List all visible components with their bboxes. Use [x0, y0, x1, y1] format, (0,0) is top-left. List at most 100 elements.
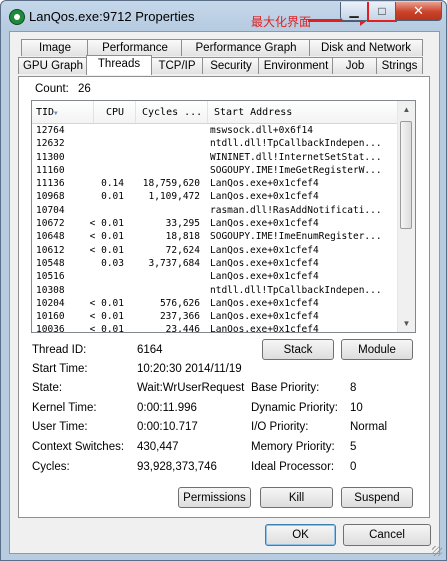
- cell-cycles: 576,626: [159, 297, 200, 309]
- cell-cpu: < 0.01: [89, 231, 124, 243]
- table-row[interactable]: 10968 0.01 1,109,472 LanQos.exe+0x1cfef4: [32, 190, 398, 203]
- cell-cpu: < 0.01: [89, 324, 124, 333]
- memory-priority-value: 5: [350, 441, 357, 453]
- cell-start-address: SOGOUPY.IME!ImeGetRegisterW...: [210, 164, 382, 176]
- ok-button[interactable]: OK: [265, 524, 336, 546]
- cycles-value: 93,928,373,746: [137, 461, 217, 473]
- cell-cycles: 18,759,620: [142, 178, 200, 190]
- cell-start-address: rasman.dll!RasAddNotificati...: [210, 204, 382, 216]
- thread-id-label: Thread ID:: [32, 344, 87, 356]
- cell-start-address: LanQos.exe+0x1cfef4: [210, 311, 319, 323]
- ideal-processor-value: 0: [350, 461, 357, 473]
- io-priority-label: I/O Priority:: [251, 421, 309, 433]
- ideal-processor-label: Ideal Processor:: [251, 461, 335, 473]
- cell-cpu: 0.01: [101, 191, 124, 203]
- tab-image[interactable]: Image: [21, 39, 89, 56]
- table-row[interactable]: 11160 SOGOUPY.IME!ImeGetRegisterW...: [32, 164, 398, 177]
- minimize-icon: ▁: [349, 4, 359, 18]
- tab-environment[interactable]: Environment: [258, 57, 334, 74]
- column-cycles-label: Cycles ...: [142, 107, 203, 118]
- kernel-time-label: Kernel Time:: [32, 402, 97, 414]
- kill-button[interactable]: Kill: [260, 487, 333, 508]
- tab-performance-graph[interactable]: Performance Graph: [181, 39, 311, 56]
- thread-rows: 12764 mswsock.dll+0x6f14 12632 ntdll.dll!Tp…: [32, 124, 398, 333]
- tab-strings[interactable]: Strings: [376, 57, 423, 74]
- cancel-button[interactable]: Cancel: [343, 524, 431, 546]
- cell-tid: 11300: [36, 151, 65, 163]
- cell-cpu: < 0.01: [89, 311, 124, 323]
- resize-grip-icon[interactable]: [432, 546, 442, 556]
- table-row[interactable]: 10516 LanQos.exe+0x1cfef4: [32, 270, 398, 283]
- cell-cpu: < 0.01: [89, 244, 124, 256]
- column-header-cycles[interactable]: Cycles ...: [136, 101, 208, 123]
- cell-tid: 10672: [36, 218, 65, 230]
- module-button[interactable]: Module: [341, 339, 413, 360]
- cell-start-address: LanQos.exe+0x1cfef4: [210, 178, 319, 190]
- table-row[interactable]: 10204 < 0.01 576,626 LanQos.exe+0x1cfef4: [32, 297, 398, 310]
- io-priority-value: Normal: [350, 421, 388, 433]
- table-row[interactable]: 10704 rasman.dll!RasAddNotificati...: [32, 204, 398, 217]
- context-switches-label: Context Switches:: [32, 441, 125, 453]
- tab-tcp-ip[interactable]: TCP/IP: [150, 57, 204, 74]
- table-row[interactable]: 10612 < 0.01 72,624 LanQos.exe+0x1cfef4: [32, 244, 398, 257]
- cell-cycles: 18,818: [165, 231, 200, 243]
- suspend-button[interactable]: Suspend: [341, 487, 413, 508]
- user-time-label: User Time:: [32, 421, 88, 433]
- thread-id-value: 6164: [137, 344, 163, 356]
- table-row[interactable]: 10548 0.03 3,737,684 LanQos.exe+0x1cfef4: [32, 257, 398, 270]
- cell-tid: 10704: [36, 204, 65, 216]
- column-start-address-label: Start Address: [214, 107, 293, 118]
- tab-threads[interactable]: Threads: [86, 55, 152, 75]
- tab-performance[interactable]: Performance: [87, 39, 183, 56]
- cell-cpu: < 0.01: [89, 297, 124, 309]
- cell-start-address: ntdll.dll!TpCallbackIndepen...: [210, 138, 382, 150]
- count-label: Count:: [35, 83, 69, 95]
- start-time-label: Start Time:: [32, 363, 88, 375]
- column-header-cpu[interactable]: CPU: [94, 101, 136, 123]
- cell-start-address: LanQos.exe+0x1cfef4: [210, 257, 319, 269]
- cell-start-address: SOGOUPY.IME!ImeEnumRegister...: [210, 231, 382, 243]
- table-row[interactable]: 10648 < 0.01 18,818 SOGOUPY.IME!ImeEnumRegi…: [32, 230, 398, 243]
- table-row[interactable]: 12764 mswsock.dll+0x6f14: [32, 124, 398, 137]
- kernel-time-value: 0:00:11.996: [137, 402, 197, 414]
- title-bar[interactable]: LanQos.exe:9712 Properties 最大化界面 ▁ □ ✕: [1, 1, 446, 31]
- scroll-down-icon[interactable]: ▼: [398, 315, 415, 332]
- dynamic-priority-label: Dynamic Priority:: [251, 402, 338, 414]
- base-priority-label: Base Priority:: [251, 382, 320, 394]
- table-row[interactable]: 10036 < 0.01 23,446 LanQos.exe+0x1cfef4: [32, 323, 398, 333]
- table-row[interactable]: 10672 < 0.01 33,295 LanQos.exe+0x1cfef4: [32, 217, 398, 230]
- minimize-button[interactable]: ▁: [340, 2, 368, 21]
- permissions-button[interactable]: Permissions: [178, 487, 251, 508]
- vertical-scrollbar[interactable]: ▲ ▼: [397, 101, 415, 332]
- tab-gpu-graph[interactable]: GPU Graph: [18, 57, 88, 74]
- cell-cpu: 0.03: [101, 257, 124, 269]
- scroll-thumb[interactable]: [400, 121, 412, 229]
- column-header-start-address[interactable]: Start Address: [208, 101, 398, 123]
- table-row[interactable]: 10160 < 0.01 237,366 LanQos.exe+0x1cfef4: [32, 310, 398, 323]
- tab-disk-and-network[interactable]: Disk and Network: [309, 39, 423, 56]
- stack-button[interactable]: Stack: [262, 339, 334, 360]
- column-header-tid[interactable]: ▼ TID: [32, 101, 94, 123]
- annotation-text: 最大化界面: [251, 15, 312, 29]
- table-row[interactable]: 10308 ntdll.dll!TpCallbackIndepen...: [32, 284, 398, 297]
- close-button[interactable]: ✕: [395, 2, 442, 21]
- state-value: Wait:WrUserRequest: [137, 382, 245, 394]
- count-value: 26: [78, 83, 91, 95]
- tab-security[interactable]: Security: [202, 57, 260, 74]
- table-row[interactable]: 11136 0.14 18,759,620 LanQos.exe+0x1cfef4: [32, 177, 398, 190]
- cell-cpu: 0.14: [101, 178, 124, 190]
- thread-list[interactable]: ▼ TID CPU Cycles ... Start Address 12764…: [31, 100, 416, 333]
- cell-tid: 10160: [36, 311, 65, 323]
- tab-job[interactable]: Job: [332, 57, 378, 74]
- cell-tid: 10548: [36, 257, 65, 269]
- cell-cycles: 72,624: [165, 244, 200, 256]
- cell-start-address: LanQos.exe+0x1cfef4: [210, 271, 319, 283]
- close-icon: ✕: [413, 3, 424, 18]
- cell-tid: 10308: [36, 284, 65, 296]
- app-icon: [9, 9, 25, 25]
- table-row[interactable]: 12632 ntdll.dll!TpCallbackIndepen...: [32, 137, 398, 150]
- table-row[interactable]: 11300 WININET.dll!InternetSetStat...: [32, 151, 398, 164]
- scroll-up-icon[interactable]: ▲: [398, 101, 415, 118]
- cell-tid: 10204: [36, 297, 65, 309]
- maximize-button[interactable]: □: [367, 2, 397, 22]
